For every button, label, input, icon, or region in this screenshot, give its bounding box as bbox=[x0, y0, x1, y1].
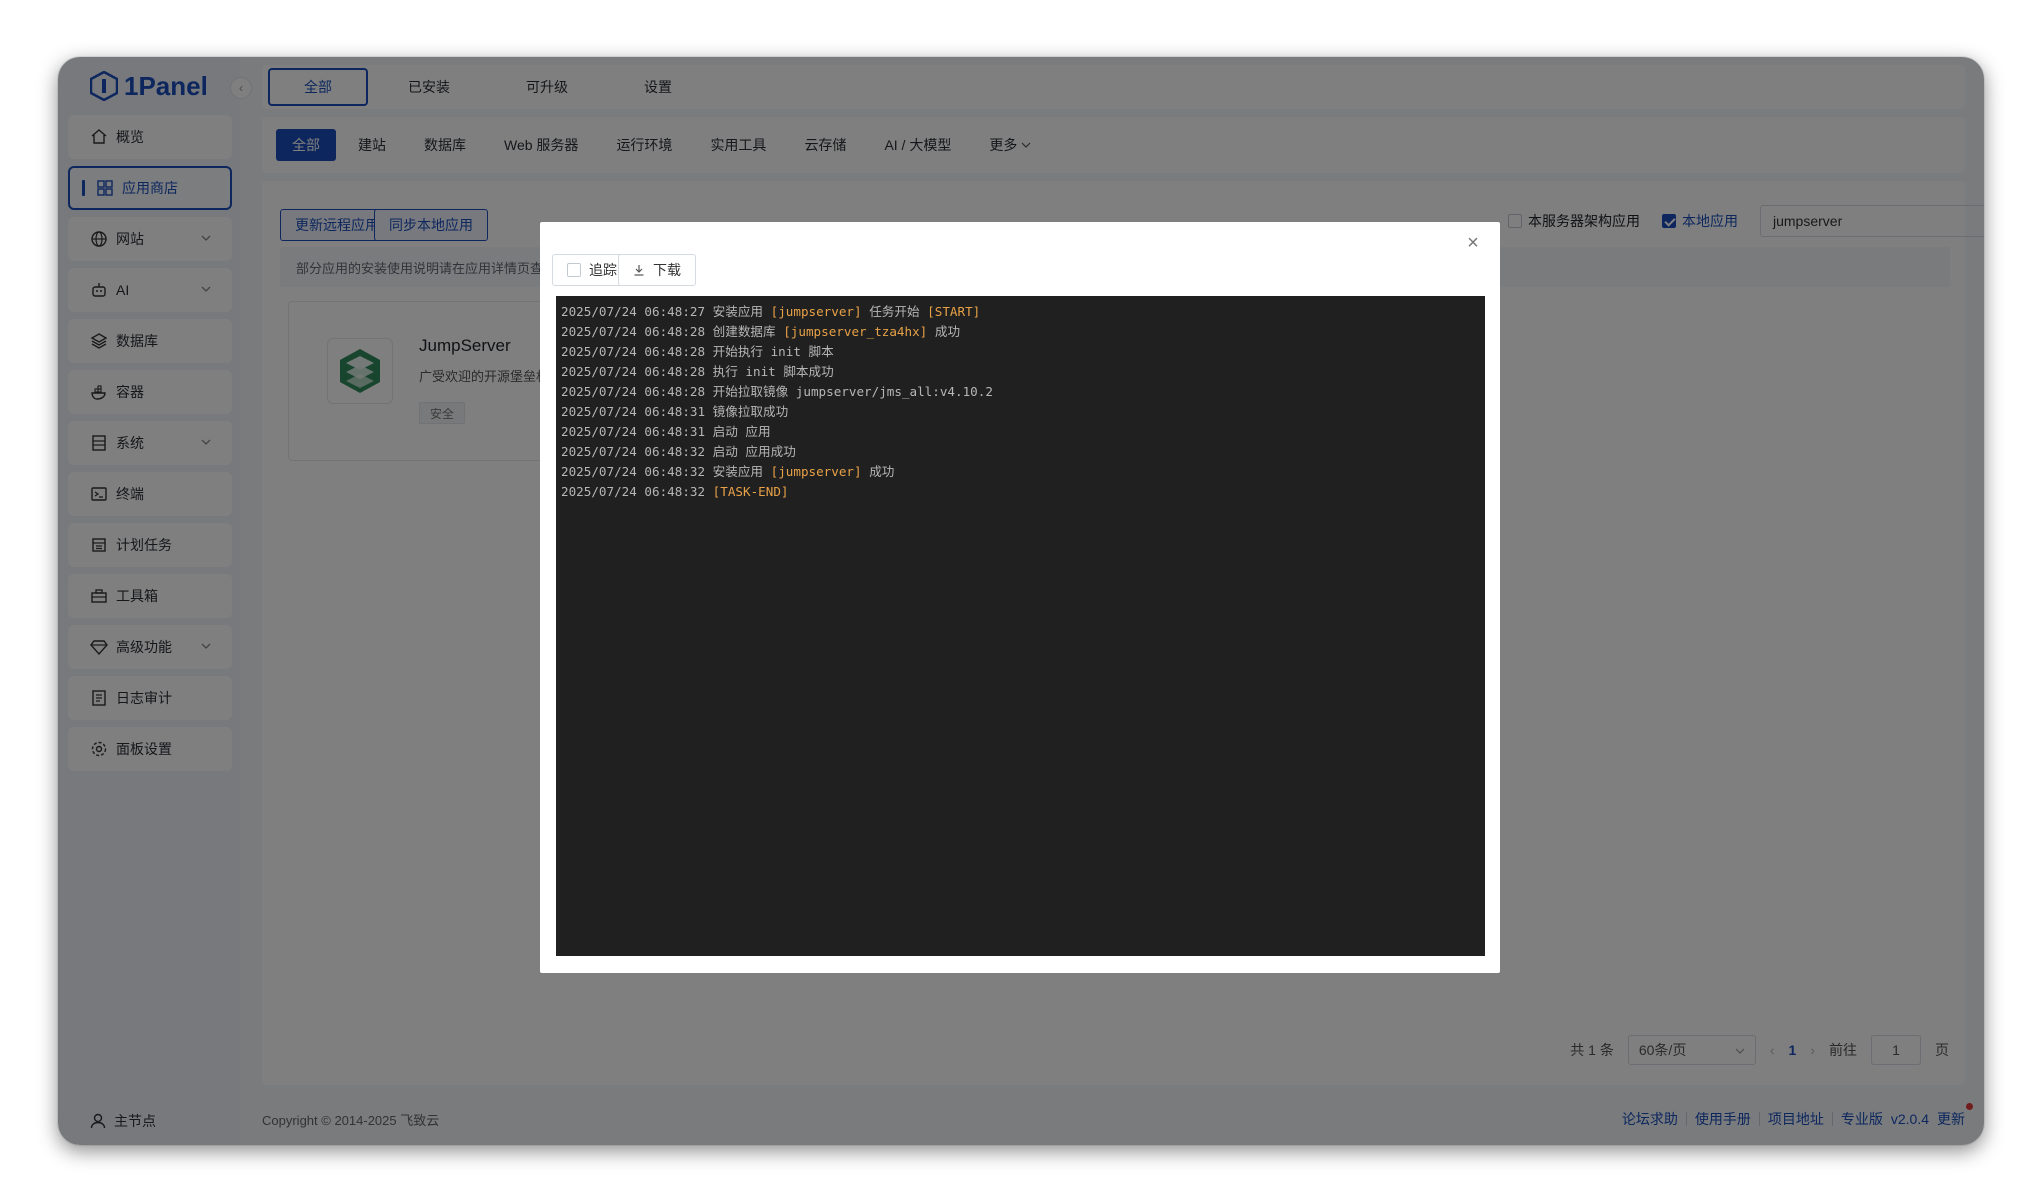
log-line: 2025/07/24 06:48:28 创建数据库 [jumpserver_tz… bbox=[561, 322, 1480, 342]
download-button[interactable]: 下载 bbox=[618, 254, 696, 286]
log-segment: 2025/07/24 06:48:27 安装应用 bbox=[561, 304, 771, 319]
download-icon bbox=[634, 265, 644, 276]
follow-label: 追踪 bbox=[589, 262, 617, 278]
log-segment: 2025/07/24 06:48:32 启动 应用成功 bbox=[561, 444, 796, 459]
log-segment: [START] bbox=[927, 304, 981, 319]
log-segment: 成功 bbox=[927, 324, 961, 339]
close-icon[interactable]: × bbox=[1464, 233, 1482, 253]
log-segment: 任务开始 bbox=[861, 304, 928, 319]
log-segment: [jumpserver_tza4hx] bbox=[783, 324, 928, 339]
log-line: 2025/07/24 06:48:28 开始拉取镜像 jumpserver/jm… bbox=[561, 382, 1480, 402]
log-line: 2025/07/24 06:48:31 启动 应用 bbox=[561, 422, 1480, 442]
log-line: 2025/07/24 06:48:31 镜像拉取成功 bbox=[561, 402, 1480, 422]
task-log-dialog: × 追踪 下载 2025/07/24 06:48:27 安装应用 [jumpse… bbox=[540, 222, 1500, 973]
log-segment: [jumpserver] bbox=[770, 464, 862, 479]
log-segment: 2025/07/24 06:48:28 执行 init 脚本成功 bbox=[561, 364, 834, 379]
checkbox-unchecked-icon bbox=[567, 263, 581, 277]
log-segment: 2025/07/24 06:48:31 镜像拉取成功 bbox=[561, 404, 789, 419]
log-segment: 2025/07/24 06:48:28 开始执行 init 脚本 bbox=[561, 344, 834, 359]
log-segment: 2025/07/24 06:48:32 bbox=[561, 484, 713, 499]
log-segment: 2025/07/24 06:48:31 启动 应用 bbox=[561, 424, 771, 439]
log-segment: 2025/07/24 06:48:28 创建数据库 bbox=[561, 324, 784, 339]
log-segment: 成功 bbox=[861, 464, 895, 479]
log-segment: [jumpserver] bbox=[770, 304, 862, 319]
log-line: 2025/07/24 06:48:32 [TASK-END] bbox=[561, 482, 1480, 502]
log-segment: 2025/07/24 06:48:32 安装应用 bbox=[561, 464, 771, 479]
log-line: 2025/07/24 06:48:32 安装应用 [jumpserver] 成功 bbox=[561, 462, 1480, 482]
log-segment: 2025/07/24 06:48:28 开始拉取镜像 jumpserver/jm… bbox=[561, 384, 993, 399]
log-line: 2025/07/24 06:48:27 安装应用 [jumpserver] 任务… bbox=[561, 302, 1480, 322]
log-line: 2025/07/24 06:48:32 启动 应用成功 bbox=[561, 442, 1480, 462]
download-label: 下载 bbox=[653, 262, 681, 278]
log-line: 2025/07/24 06:48:28 开始执行 init 脚本 bbox=[561, 342, 1480, 362]
log-segment: [TASK-END] bbox=[712, 484, 789, 499]
log-line: 2025/07/24 06:48:28 执行 init 脚本成功 bbox=[561, 362, 1480, 382]
log-terminal[interactable]: 2025/07/24 06:48:27 安装应用 [jumpserver] 任务… bbox=[556, 296, 1485, 956]
